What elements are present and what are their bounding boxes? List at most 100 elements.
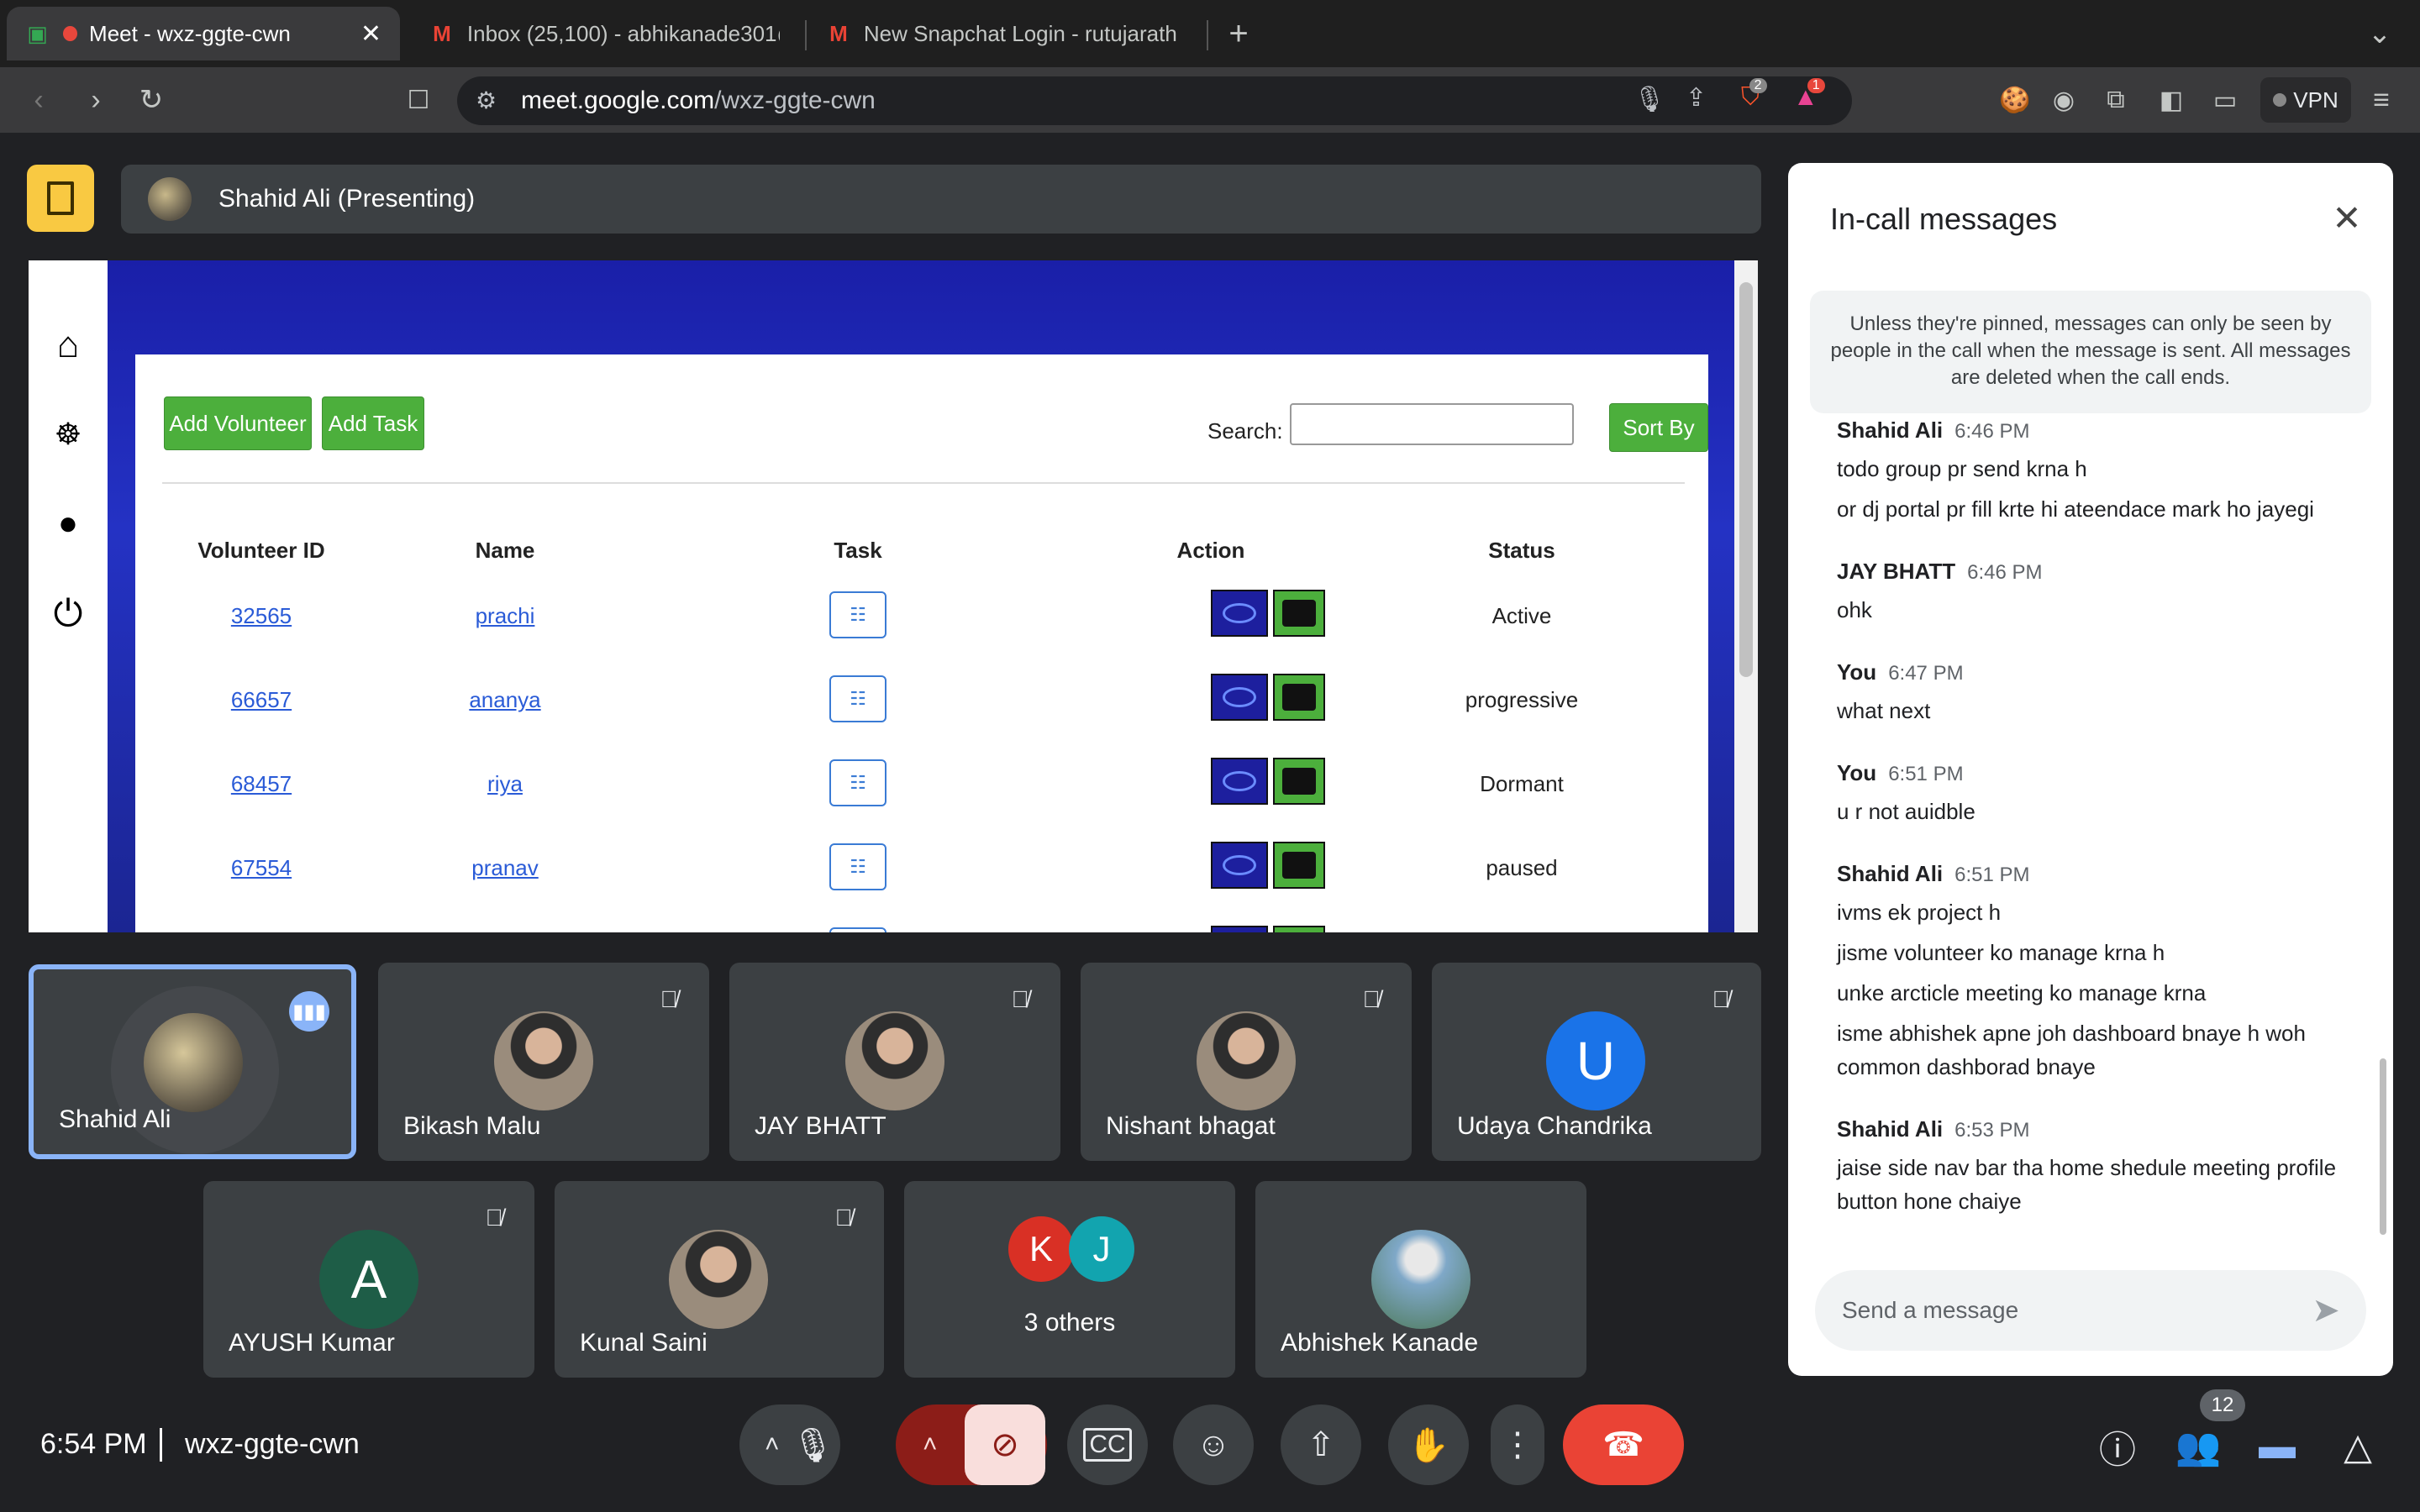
participant-tile[interactable]: A 🎙̸ AYUSH Kumar (203, 1181, 534, 1378)
search-input (1290, 403, 1574, 445)
reactions-button[interactable]: ☺ (1173, 1404, 1254, 1485)
mic-off-icon: 🎙̸ (1712, 986, 1730, 1012)
view-action-icon (1273, 842, 1325, 889)
others-count: 3 others (1023, 1309, 1116, 1336)
volunteer-status: Dormant (1480, 771, 1564, 796)
speaking-indicator-icon: ▮▮▮ (289, 991, 329, 1032)
avatar (845, 1011, 944, 1110)
tab-list-chevron-icon[interactable]: ⌄ (2356, 10, 2403, 57)
message-text: isme abhishek apne joh dashboard bnaye h… (1837, 1021, 2306, 1079)
chat-icon[interactable]: ▬ (2252, 1421, 2302, 1472)
others-tile[interactable]: K J 3 others (904, 1181, 1235, 1378)
column-header: Action (1176, 538, 1245, 563)
message-placeholder: Send a message (1842, 1297, 2019, 1323)
message-list: Shahid Ali 6:46 PM todo group pr send krn… (1788, 417, 2376, 1243)
puzzle-extensions-icon[interactable]: ⧉ (2092, 76, 2139, 123)
column-header: Task (834, 538, 882, 563)
task-list-icon (829, 927, 886, 932)
volunteer-name: prachi (475, 603, 535, 628)
menu-icon[interactable]: ≡ (2358, 76, 2405, 123)
volunteer-status: Active (1491, 603, 1552, 628)
edit-action-icon (1211, 674, 1268, 721)
extension-icon[interactable]: ◉ (2040, 76, 2087, 123)
present-button[interactable]: ⇧ (1281, 1404, 1361, 1485)
presenter-bar: Shahid Ali (Presenting) (121, 165, 1761, 234)
address-bar[interactable]: ⚙ meet.google.com/wxz-ggte-cwn 🎙 ⇪ ⛉ 2 ▲ 1 (457, 76, 1852, 125)
captions-button[interactable]: CC (1067, 1404, 1148, 1485)
more-options-button[interactable]: ⋮ (1491, 1404, 1544, 1485)
tab-gmail-inbox[interactable]: M Inbox (25,100) - abhikanade301@ (412, 7, 798, 60)
hang-up-icon: ☎ (1602, 1426, 1644, 1463)
gmail-icon: M (829, 20, 848, 46)
chat-scrollbar[interactable] (2380, 1058, 2386, 1235)
volunteer-status: paused (1486, 855, 1558, 880)
task-list-icon: ☷ (829, 591, 886, 638)
volunteer-panel: Add Volunteer Add Task Search: Sort By V… (135, 354, 1708, 932)
back-icon[interactable]: ‹ (15, 76, 62, 123)
exit-presentation-button[interactable] (27, 165, 94, 232)
tab-meet[interactable]: ▣ Meet - wxz-ggte-cwn ✕ (7, 7, 400, 60)
audio-options-button[interactable]: ˄ 🎙 (739, 1404, 840, 1485)
presenter-label: Shahid Ali (Presenting) (218, 185, 476, 213)
meeting-details-icon[interactable]: ⓘ (2092, 1421, 2143, 1472)
mic-off-icon: 🎙̸ (834, 1205, 853, 1231)
activities-icon[interactable]: △ (2333, 1421, 2383, 1472)
sidebar-icon[interactable]: ◧ (2148, 76, 2195, 123)
column-header: Status (1488, 538, 1555, 563)
tab-title: New Snapchat Login - rutujaratho (863, 20, 1176, 46)
people-icon[interactable]: 👥 (2173, 1421, 2223, 1472)
camera-off-button[interactable]: ⊘ (965, 1404, 1045, 1485)
bookmark-icon[interactable]: ☐ (395, 76, 442, 123)
share-icon[interactable]: ⇪ (1686, 83, 1707, 113)
close-icon[interactable]: ✕ (2326, 197, 2368, 239)
leave-call-button[interactable]: ☎ (1563, 1404, 1684, 1485)
participant-tile[interactable]: 🎙̸ Bikash Malu (378, 963, 709, 1161)
message-sender: You (1837, 760, 1877, 785)
tab-gmail-snapchat[interactable]: M New Snapchat Login - rutujaratho (808, 7, 1195, 60)
participant-name: Udaya Chandrika (1457, 1112, 1652, 1140)
send-icon[interactable]: ➤ (2306, 1290, 2346, 1331)
vpn-button[interactable]: VPN (2260, 77, 2351, 123)
participant-name: Nishant bhagat (1106, 1112, 1276, 1140)
close-tab-icon[interactable]: ✕ (360, 19, 381, 49)
tab-divider (1207, 20, 1208, 50)
recording-icon (62, 26, 78, 41)
participant-tile[interactable]: 🎙̸ Kunal Saini (555, 1181, 884, 1378)
reload-icon[interactable]: ↻ (128, 76, 175, 123)
forward-icon[interactable]: › (72, 76, 119, 123)
participant-tile[interactable]: Abhishek Kanade (1255, 1181, 1586, 1378)
camera-off-icon: ⊘ (991, 1426, 1019, 1463)
mic-off-icon: 🎙̸ (1011, 986, 1029, 1012)
brave-rewards-icon[interactable]: ▲ 1 (1793, 78, 1825, 112)
site-settings-icon[interactable]: ⚙ (476, 87, 497, 114)
task-list-icon: ☷ (829, 843, 886, 890)
group-icon: ☸ (54, 417, 82, 451)
microphone-permission-icon[interactable]: 🎙 (1634, 85, 1665, 114)
new-tab-icon[interactable]: + (1215, 10, 1262, 57)
raise-hand-button[interactable]: ✋ (1388, 1404, 1469, 1485)
avatar (494, 1011, 593, 1110)
message-input[interactable]: Send a message ➤ (1815, 1270, 2366, 1351)
view-action-icon (1273, 926, 1325, 932)
participant-tile[interactable]: 🎙̸ Nishant bhagat (1081, 963, 1412, 1161)
add-volunteer-button: Add Volunteer (164, 396, 312, 450)
wallet-icon[interactable]: ▭ (2202, 76, 2249, 123)
shared-screen: ⌂ ☸ ● ⏻ Add Volunteer Add Task Search: S… (29, 260, 1758, 932)
captions-icon: CC (1083, 1428, 1132, 1462)
message-group: JAY BHATT 6:46 PM ohk (1837, 551, 2376, 633)
avatar (669, 1230, 768, 1329)
participant-tile[interactable]: 🎙̸ JAY BHATT (729, 963, 1060, 1161)
brave-shields-icon[interactable]: ⛉ 2 (1741, 78, 1767, 112)
avatar: U (1546, 1011, 1645, 1110)
screen-side-nav: ⌂ ☸ ● ⏻ (29, 260, 108, 932)
chevron-up-icon: ˄ (923, 1431, 938, 1458)
participant-name: Shahid Ali (59, 1105, 171, 1133)
participant-tile[interactable]: ▮▮▮ Shahid Ali (29, 964, 356, 1159)
alert-badge: 1 (1807, 78, 1825, 93)
participant-tile[interactable]: U 🎙̸ Udaya Chandrika (1432, 963, 1761, 1161)
add-task-button: Add Task (322, 396, 424, 450)
participant-name: JAY BHATT (755, 1112, 886, 1140)
cookie-extension-icon[interactable]: 🍪 (1991, 76, 2039, 123)
screen-scrollbar-thumb (1739, 282, 1753, 677)
present-screen-icon: ⇧ (1307, 1426, 1335, 1463)
